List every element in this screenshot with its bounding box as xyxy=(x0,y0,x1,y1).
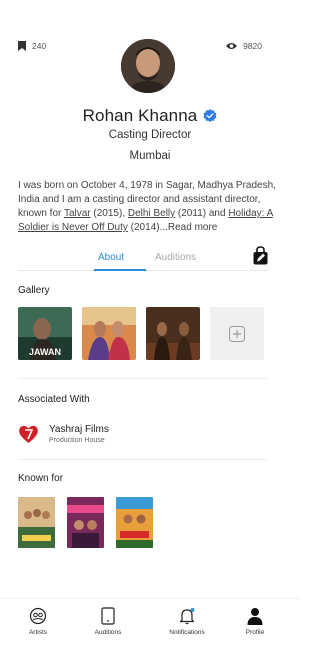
divider xyxy=(18,459,268,460)
profile-city: Mumbai xyxy=(129,150,171,162)
bio-text: (2011) and xyxy=(175,208,229,219)
known-for-row xyxy=(18,497,153,548)
known-for-heading: Known for xyxy=(18,473,64,484)
bio-text: known for xyxy=(18,208,64,219)
associated-heading: Associated With xyxy=(18,394,90,405)
notification-dot xyxy=(190,608,195,612)
plus-icon xyxy=(229,325,245,342)
gallery-heading: Gallery xyxy=(18,285,50,296)
profile-name: Rohan Khanna xyxy=(82,106,198,125)
bio-text: (2014)... xyxy=(127,222,168,233)
add-gallery-image-button[interactable] xyxy=(210,307,264,360)
bookmark-icon xyxy=(18,41,26,51)
views-count: 9820 xyxy=(226,41,262,51)
film-link-holiday[interactable]: Holiday: A xyxy=(228,208,272,219)
nav-auditions[interactable]: Auditions xyxy=(78,607,138,636)
bio-text: (2015), xyxy=(90,208,128,219)
artists-icon xyxy=(29,607,47,625)
bell-icon xyxy=(179,608,195,625)
avatar[interactable] xyxy=(121,39,175,93)
association-type: Production House xyxy=(49,437,105,444)
bio-text: India and I am a casting director and as… xyxy=(18,194,261,205)
association-item[interactable]: Yashraj Films Production House xyxy=(18,424,109,444)
association-text: Yashraj Films Production House xyxy=(49,424,109,444)
known-for-poster[interactable] xyxy=(18,497,55,548)
edit-profile-icon[interactable] xyxy=(253,246,268,265)
bottom-navigation: Artists Auditions Notifications Profile xyxy=(0,598,300,653)
gallery-image[interactable]: JAWAN xyxy=(18,307,72,360)
film-link-talvar[interactable]: Talvar xyxy=(64,208,91,219)
eye-icon xyxy=(226,43,238,49)
known-for-poster[interactable] xyxy=(116,497,153,548)
tab-auditions[interactable]: Auditions xyxy=(155,252,196,263)
active-tab-indicator xyxy=(94,269,146,271)
association-name: Yashraj Films xyxy=(49,424,109,435)
profile-bio: I was born on October 4, 1978 in Sagar, … xyxy=(18,179,280,235)
jawan-poster-title: JAWAN xyxy=(29,347,61,357)
nav-artists-label: Artists xyxy=(28,629,48,636)
film-link-holiday-cont[interactable]: Soldier is Never Off Duty xyxy=(18,222,128,233)
bookmark-count[interactable]: 240 xyxy=(18,41,46,51)
nav-artists[interactable]: Artists xyxy=(8,607,68,636)
nav-profile-label: Profile xyxy=(245,629,265,636)
divider xyxy=(18,378,268,379)
bookmark-count-value: 240 xyxy=(32,41,47,51)
tab-about[interactable]: About xyxy=(98,252,124,263)
views-count-value: 9820 xyxy=(243,41,262,51)
profile-role: Casting Director xyxy=(108,129,192,141)
nav-notifications[interactable]: Notifications xyxy=(157,607,217,636)
nav-notifications-label: Notifications xyxy=(169,629,205,636)
nav-auditions-label: Auditions xyxy=(94,629,122,636)
gallery-image[interactable] xyxy=(82,307,136,360)
film-link-delhi-belly[interactable]: Delhi Belly xyxy=(128,208,175,219)
gallery-row: JAWAN xyxy=(18,307,264,360)
nav-profile[interactable]: Profile xyxy=(225,607,285,636)
gallery-image[interactable] xyxy=(146,307,200,360)
bio-text: I was born on October 4, 1978 in Sagar, … xyxy=(18,180,276,191)
verified-badge-icon xyxy=(203,109,217,123)
profile-tabs: About Auditions xyxy=(18,247,268,271)
profile-icon xyxy=(247,608,263,625)
profile-name-row: Rohan Khanna xyxy=(0,106,300,126)
known-for-poster[interactable] xyxy=(67,497,104,548)
auditions-icon xyxy=(101,607,115,625)
read-more-link[interactable]: Read more xyxy=(168,222,217,233)
yashraj-logo-icon xyxy=(19,425,38,443)
